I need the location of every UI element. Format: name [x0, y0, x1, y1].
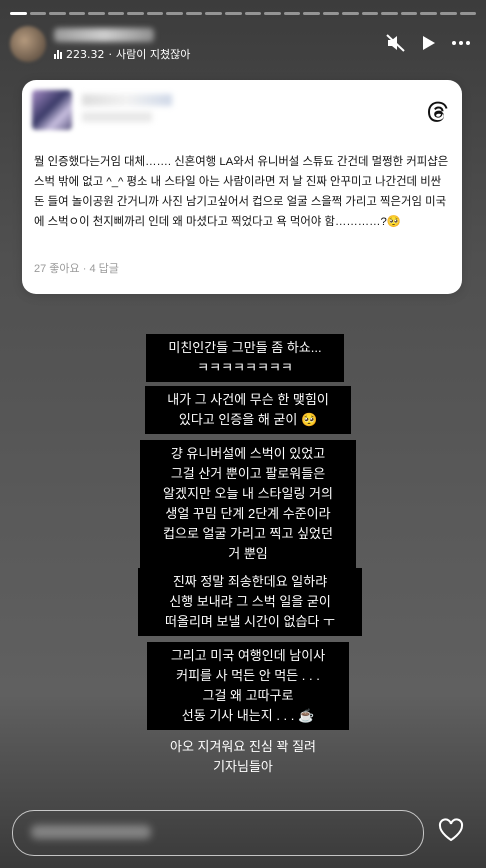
avatar[interactable] — [10, 26, 46, 62]
music-count: 223.32 — [66, 47, 105, 61]
music-title: 사람이 지쳤잖아 — [116, 48, 191, 61]
threads-post-meta: 27 좋아요 · 4 답글 — [34, 260, 119, 276]
caption-text: 내가 그 사건에 무슨 한 맺힘이 있다고 인증을 해 굳이 🥺 — [145, 386, 351, 434]
speaker-muted-icon[interactable] — [386, 34, 406, 52]
meta-separator: · — [82, 263, 87, 275]
reply-input[interactable] — [12, 810, 424, 856]
story-progress-bar — [10, 12, 477, 15]
music-bars-icon — [54, 49, 62, 59]
threads-subtitle-blurred — [82, 112, 152, 122]
reply-placeholder-blurred — [31, 825, 151, 839]
caption-text-plain: 아오 지겨워요 진심 꽉 질려 기자님들아 — [169, 739, 316, 774]
threads-logo-icon — [426, 100, 450, 128]
caption-text: 진짜 정말 죄송한데요 일하랴 신행 보내랴 그 스벅 일을 굳이 떠올리며 보… — [138, 568, 362, 636]
story-header: 223.32 · 사람이 지쳤잖아 — [10, 26, 476, 68]
threads-username-blurred — [82, 94, 172, 106]
likes-count[interactable]: 27 좋아요 — [34, 263, 80, 275]
music-separator: · — [108, 47, 113, 61]
threads-post-text: 뭘 인증했다는거임 대체……. 신혼여행 LA와서 유니버설 스튜됴 간건데 멀… — [34, 156, 449, 228]
more-icon[interactable] — [452, 41, 470, 45]
caption-text: 걍 유니버설에 스벅이 있었고 그걸 산거 뿐이고 팔로워들은 알겠지만 오늘 … — [140, 440, 356, 568]
username-blurred[interactable] — [54, 28, 154, 42]
caption-text: 그리고 미국 여행인데 남이사 커피를 사 먹든 안 먹든 . . . 그걸 왜… — [147, 642, 349, 730]
replies-count[interactable]: 4 답글 — [89, 263, 118, 275]
play-icon[interactable] — [422, 35, 436, 51]
threads-post-card[interactable]: 뭘 인증했다는거임 대체……. 신혼여행 LA와서 유니버설 스튜됴 간건데 멀… — [22, 80, 462, 294]
threads-avatar-blurred — [32, 90, 72, 130]
heart-icon[interactable] — [438, 818, 464, 846]
music-info[interactable]: 223.32 · 사람이 지쳤잖아 — [54, 46, 190, 62]
caption-text: 미친인간들 그만들 좀 하쇼... ㅋㅋㅋㅋㅋㅋㅋㅋ — [146, 334, 344, 382]
